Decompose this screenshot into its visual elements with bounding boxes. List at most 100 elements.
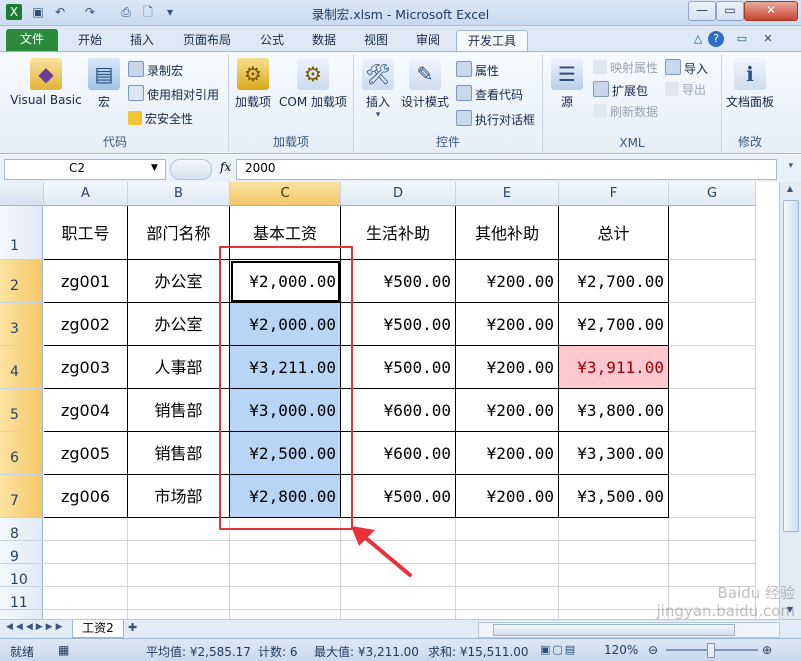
row-header-5[interactable]: 5 bbox=[0, 389, 43, 432]
map-properties-button[interactable]: 映射属性 bbox=[593, 59, 658, 77]
table-cell[interactable]: ¥3,800.00 bbox=[559, 389, 669, 432]
table-cell[interactable] bbox=[669, 518, 756, 541]
row-header-1[interactable]: 1 bbox=[0, 206, 43, 260]
table-cell[interactable]: ¥200.00 bbox=[456, 303, 559, 346]
table-cell[interactable] bbox=[44, 518, 128, 541]
table-cell[interactable] bbox=[230, 587, 341, 610]
relative-reference-button[interactable]: 使用相对引用 bbox=[128, 85, 219, 103]
table-cell[interactable] bbox=[128, 518, 230, 541]
table-cell[interactable] bbox=[230, 564, 341, 587]
tab-file[interactable]: 文件 bbox=[6, 29, 58, 51]
table-cell[interactable] bbox=[230, 610, 341, 619]
table-cell[interactable] bbox=[456, 518, 559, 541]
table-cell[interactable] bbox=[341, 610, 456, 619]
row-header-11[interactable]: 11 bbox=[0, 587, 43, 611]
record-macro-button[interactable]: 录制宏 bbox=[128, 61, 183, 79]
minimize-button[interactable]: — bbox=[688, 1, 716, 21]
table-cell[interactable] bbox=[669, 206, 756, 260]
table-cell[interactable]: 人事部 bbox=[128, 346, 230, 389]
expand-formula-bar-icon[interactable]: ▾ bbox=[788, 161, 793, 171]
sheet-tab-active[interactable]: 工资2 bbox=[72, 620, 124, 638]
header-cell[interactable]: 部门名称 bbox=[128, 206, 230, 260]
minimize-ribbon-icon[interactable]: △ bbox=[690, 31, 706, 47]
table-cell[interactable] bbox=[669, 389, 756, 432]
table-cell[interactable]: zg001 bbox=[44, 260, 128, 303]
table-cell[interactable]: zg003 bbox=[44, 346, 128, 389]
run-dialog-button[interactable]: 执行对话框 bbox=[456, 110, 535, 128]
table-cell[interactable]: ¥600.00 bbox=[341, 389, 456, 432]
macro-security-button[interactable]: 宏安全性 bbox=[128, 110, 193, 128]
tab-developer[interactable]: 开发工具 bbox=[456, 30, 528, 52]
column-header-f[interactable]: F bbox=[559, 182, 669, 206]
table-cell[interactable]: 办公室 bbox=[128, 303, 230, 346]
column-header-a[interactable]: A bbox=[44, 182, 128, 206]
table-cell[interactable] bbox=[128, 587, 230, 610]
xml-source-button[interactable]: ☰ 源 bbox=[547, 58, 587, 110]
tab-data[interactable]: 数据 bbox=[300, 30, 348, 51]
column-header-c[interactable]: C bbox=[230, 182, 341, 206]
formula-input[interactable]: 2000 bbox=[236, 159, 777, 180]
formula-divider-handle[interactable] bbox=[170, 159, 212, 180]
maximize-button[interactable]: ▭ bbox=[716, 1, 744, 21]
table-cell[interactable] bbox=[128, 564, 230, 587]
table-cell[interactable] bbox=[44, 610, 128, 619]
table-cell[interactable]: 销售部 bbox=[128, 432, 230, 475]
table-cell[interactable]: ¥200.00 bbox=[456, 432, 559, 475]
row-header-2[interactable]: 2 bbox=[0, 260, 43, 303]
table-cell[interactable] bbox=[44, 587, 128, 610]
header-cell[interactable]: 生活补助 bbox=[341, 206, 456, 260]
table-cell[interactable]: zg006 bbox=[44, 475, 128, 518]
properties-button[interactable]: 属性 bbox=[456, 61, 499, 79]
expansion-pack-button[interactable]: 扩展包 bbox=[593, 81, 648, 99]
name-box[interactable]: C2 ▼ bbox=[4, 159, 166, 180]
table-cell[interactable]: ¥500.00 bbox=[341, 260, 456, 303]
table-cell[interactable]: 销售部 bbox=[128, 389, 230, 432]
table-cell[interactable] bbox=[44, 541, 128, 564]
document-panel-button[interactable]: ℹ 文档面板 bbox=[722, 58, 778, 110]
table-cell[interactable]: ¥3,500.00 bbox=[559, 475, 669, 518]
table-cell[interactable] bbox=[669, 260, 756, 303]
header-cell[interactable]: 职工号 bbox=[44, 206, 128, 260]
column-header-b[interactable]: B bbox=[128, 182, 230, 206]
table-cell[interactable]: ¥500.00 bbox=[341, 346, 456, 389]
zoom-level[interactable]: 120% bbox=[604, 643, 638, 657]
com-addins-button[interactable]: ⚙ COM 加载项 bbox=[275, 58, 351, 110]
design-mode-button[interactable]: ✎ 设计模式 bbox=[398, 58, 452, 110]
export-button[interactable]: 导出 bbox=[665, 81, 706, 99]
table-cell[interactable] bbox=[669, 346, 756, 389]
table-cell[interactable]: ¥500.00 bbox=[341, 303, 456, 346]
table-cell[interactable] bbox=[559, 518, 669, 541]
tab-page-layout[interactable]: 页面布局 bbox=[174, 30, 240, 51]
table-cell[interactable]: ¥200.00 bbox=[456, 346, 559, 389]
table-cell[interactable] bbox=[456, 610, 559, 619]
row-header-3[interactable]: 3 bbox=[0, 303, 43, 346]
table-cell[interactable] bbox=[341, 587, 456, 610]
column-header-g[interactable]: G bbox=[669, 182, 756, 206]
row-header-7[interactable]: 7 bbox=[0, 475, 43, 518]
table-cell[interactable] bbox=[230, 541, 341, 564]
vertical-scroll-thumb[interactable] bbox=[783, 200, 799, 532]
tab-home[interactable]: 开始 bbox=[66, 30, 114, 51]
table-cell[interactable]: ¥3,911.00 bbox=[559, 346, 669, 389]
table-cell[interactable]: ¥200.00 bbox=[456, 389, 559, 432]
row-header-10[interactable]: 10 bbox=[0, 564, 43, 588]
select-all-corner[interactable] bbox=[0, 182, 44, 206]
table-cell[interactable]: ¥600.00 bbox=[341, 432, 456, 475]
workbook-restore-icon[interactable]: ▭ bbox=[734, 31, 750, 47]
insert-control-button[interactable]: 🛠 插入 ▾ bbox=[358, 58, 398, 120]
vertical-scrollbar[interactable]: ▲ ▼ bbox=[779, 182, 801, 619]
table-cell[interactable]: ¥200.00 bbox=[456, 260, 559, 303]
name-box-dropdown-icon[interactable]: ▼ bbox=[151, 163, 158, 173]
scroll-up-icon[interactable]: ▲ bbox=[783, 184, 797, 196]
tab-view[interactable]: 视图 bbox=[352, 30, 400, 51]
table-cell[interactable]: ¥200.00 bbox=[456, 475, 559, 518]
header-cell[interactable]: 总计 bbox=[559, 206, 669, 260]
header-cell[interactable]: 其他补助 bbox=[456, 206, 559, 260]
addins-button[interactable]: ⚙ 加载项 bbox=[231, 58, 275, 110]
table-cell[interactable] bbox=[44, 564, 128, 587]
help-icon[interactable]: ? bbox=[708, 31, 724, 47]
sheet-nav-icons[interactable]: ◀◀◀▶▶▶ bbox=[6, 622, 66, 632]
table-cell[interactable]: zg004 bbox=[44, 389, 128, 432]
refresh-data-button[interactable]: 刷新数据 bbox=[593, 103, 658, 121]
row-header-9[interactable]: 9 bbox=[0, 541, 43, 565]
